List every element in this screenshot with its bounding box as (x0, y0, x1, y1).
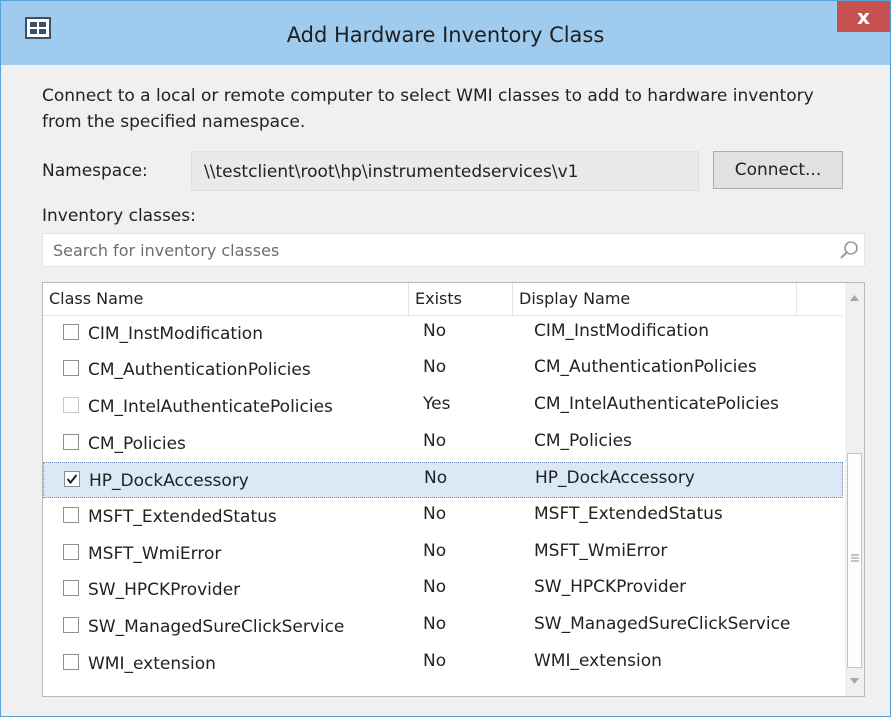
display-name-cell: CM_IntelAuthenticatePolicies (534, 394, 779, 414)
column-header-display-name[interactable]: Display Name (513, 283, 797, 315)
chevron-up-icon (850, 295, 859, 301)
class-name-cell: WMI_extension (88, 654, 216, 674)
exists-cell: No (424, 468, 448, 488)
display-name-cell: MSFT_WmiError (534, 541, 668, 561)
chevron-down-icon (850, 678, 859, 684)
display-name-cell: CM_Policies (534, 431, 632, 451)
exists-cell: No (423, 577, 447, 597)
dialog-description: Connect to a local or remote computer to… (42, 86, 814, 132)
inventory-classes-label: Inventory classes: (42, 206, 196, 226)
class-name-cell: MSFT_WmiError (88, 544, 222, 564)
exists-cell: No (423, 651, 447, 671)
table-row[interactable]: CM_AuthenticationPolicies No CM_Authentica… (43, 352, 843, 388)
scroll-thumb[interactable] (847, 453, 862, 668)
namespace-field: \\testclient\root\hp\instrumentedservice… (191, 151, 699, 191)
exists-cell: Yes (423, 394, 451, 414)
scroll-down-button[interactable] (845, 666, 864, 696)
window-title: Add Hardware Inventory Class (286, 23, 605, 47)
checkbox-icon[interactable] (63, 434, 79, 450)
class-name-cell: CM_IntelAuthenticatePolicies (88, 397, 333, 417)
column-header-class-name[interactable]: Class Name (43, 283, 409, 315)
exists-cell: No (423, 504, 447, 524)
checkbox-icon[interactable] (63, 617, 79, 633)
display-name-cell: HP_DockAccessory (535, 468, 695, 488)
display-name-cell: MSFT_ExtendedStatus (534, 504, 723, 524)
grip-icon (851, 554, 859, 562)
table-row[interactable]: CM_Policies No CM_Policies (43, 426, 843, 462)
table-row[interactable]: CM_IntelAuthenticatePolicies Yes CM_IntelA… (43, 389, 843, 425)
class-name-cell: SW_ManagedSureClickService (88, 617, 345, 637)
class-name-cell: CIM_InstModification (88, 324, 263, 344)
checkbox-icon[interactable] (63, 544, 79, 560)
checkbox-icon[interactable] (64, 471, 80, 487)
checkbox-icon[interactable] (63, 360, 79, 376)
close-icon: x (857, 4, 870, 29)
table-row[interactable]: HP_DockAccessory No HP_DockAccessory (43, 462, 843, 498)
display-name-cell: CIM_InstModification (534, 321, 709, 341)
table-row[interactable]: WMI_extension No WMI_extension (43, 646, 843, 682)
scroll-up-button[interactable] (845, 283, 864, 313)
table-row[interactable]: MSFT_WmiError No MSFT_WmiError (43, 536, 843, 572)
exists-cell: No (423, 541, 447, 561)
display-name-cell: SW_ManagedSureClickService (534, 614, 791, 634)
dialog-content: Connect to a local or remote computer to… (11, 65, 879, 710)
search-input[interactable] (53, 234, 813, 266)
checkbox-icon[interactable] (63, 654, 79, 670)
inventory-classes-table: Class Name Exists Display Name CIM_InstM… (42, 282, 865, 697)
display-name-cell: SW_HPCKProvider (534, 577, 687, 597)
class-name-cell: CM_AuthenticationPolicies (88, 360, 311, 380)
exists-cell: No (423, 614, 447, 634)
table-header: Class Name Exists Display Name (43, 283, 843, 316)
class-name-cell: HP_DockAccessory (89, 471, 249, 491)
checkbox-icon[interactable] (63, 324, 79, 340)
namespace-label: Namespace: (42, 161, 148, 181)
column-header-exists[interactable]: Exists (409, 283, 513, 315)
checkbox-icon (63, 397, 79, 413)
close-button[interactable]: x (837, 1, 890, 32)
checkbox-icon[interactable] (63, 507, 79, 523)
table-row[interactable]: MSFT_ExtendedStatus No MSFT_ExtendedStatus (43, 499, 843, 535)
title-bar[interactable]: Add Hardware Inventory Class x (1, 1, 890, 65)
class-name-cell: CM_Policies (88, 434, 186, 454)
search-icon[interactable] (838, 239, 860, 261)
connect-button[interactable]: Connect... (713, 151, 843, 189)
exists-cell: No (423, 357, 447, 377)
table-row[interactable]: SW_ManagedSureClickService No SW_ManagedSu… (43, 609, 843, 645)
vertical-scrollbar[interactable] (845, 283, 864, 696)
table-row[interactable]: CIM_InstModification No CIM_InstModificati… (43, 316, 843, 352)
class-name-cell: MSFT_ExtendedStatus (88, 507, 277, 527)
class-name-cell: SW_HPCKProvider (88, 580, 241, 600)
search-box[interactable] (42, 233, 865, 267)
checkbox-icon[interactable] (63, 580, 79, 596)
dialog-window: Add Hardware Inventory Class x Connect t… (0, 0, 891, 717)
exists-cell: No (423, 321, 447, 341)
display-name-cell: CM_AuthenticationPolicies (534, 357, 757, 377)
table-row[interactable]: SW_HPCKProvider No SW_HPCKProvider (43, 572, 843, 608)
exists-cell: No (423, 431, 447, 451)
display-name-cell: WMI_extension (534, 651, 662, 671)
